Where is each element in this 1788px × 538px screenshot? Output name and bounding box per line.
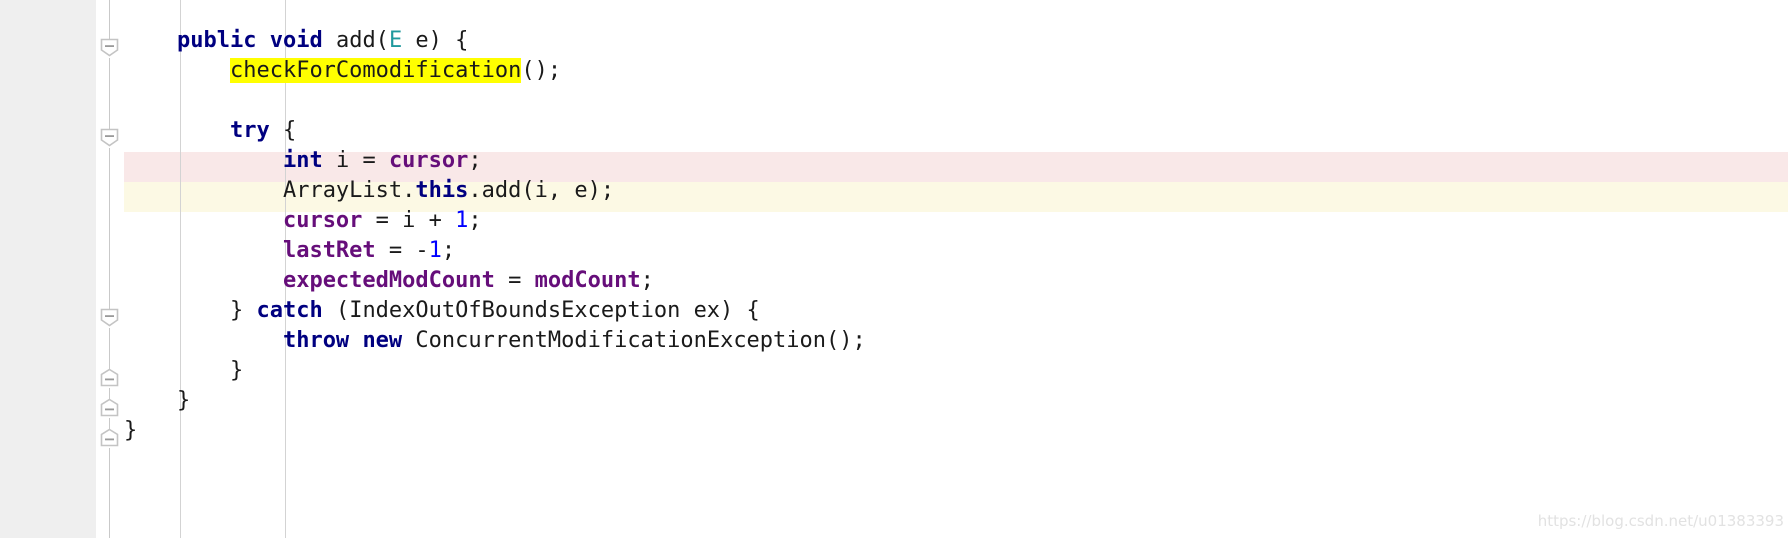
code-line[interactable]: ArrayList.this.add(i, e); bbox=[124, 176, 866, 206]
code-token: i = bbox=[322, 148, 389, 173]
code-token: (); bbox=[521, 58, 562, 83]
fold-marker-inner[interactable] bbox=[100, 368, 119, 387]
fold-outline-segment bbox=[109, 448, 110, 538]
code-token: expectedModCount bbox=[282, 268, 495, 293]
code-token: } bbox=[229, 358, 244, 383]
fold-marker-class[interactable] bbox=[100, 398, 119, 417]
code-token: this bbox=[415, 178, 469, 203]
code-token: = - bbox=[375, 238, 429, 263]
code-token: cursor bbox=[282, 208, 363, 233]
code-token: void bbox=[269, 28, 323, 53]
code-line[interactable]: checkForComodification(); bbox=[124, 56, 866, 86]
code-token: add( bbox=[322, 28, 389, 53]
code-text-area[interactable]: public void add(E e) { checkForComodific… bbox=[124, 26, 866, 446]
code-editor[interactable]: I bbox=[0, 0, 1788, 538]
code-line[interactable]: int i = cursor; bbox=[124, 146, 866, 176]
code-line[interactable] bbox=[124, 86, 866, 116]
code-token: lastRet bbox=[282, 238, 376, 263]
code-line[interactable]: } catch (IndexOutOfBoundsException ex) { bbox=[124, 296, 866, 326]
code-line[interactable]: } bbox=[124, 356, 866, 386]
code-token: ConcurrentModificationException(); bbox=[402, 328, 866, 353]
fold-marker-try[interactable] bbox=[100, 128, 119, 147]
code-token: = i + bbox=[362, 208, 456, 233]
code-line[interactable]: throw new ConcurrentModificationExceptio… bbox=[124, 326, 866, 356]
code-token: } bbox=[124, 418, 138, 443]
fold-marker-outer[interactable] bbox=[100, 428, 119, 447]
code-token: E bbox=[388, 28, 403, 53]
code-token: e) { bbox=[402, 28, 469, 53]
code-token: ; bbox=[468, 148, 482, 173]
fold-marker-catch[interactable] bbox=[100, 308, 119, 327]
code-token: } bbox=[229, 298, 257, 323]
fold-marker-method[interactable] bbox=[100, 38, 119, 57]
code-token: { bbox=[269, 118, 297, 143]
code-line[interactable]: } bbox=[124, 416, 866, 446]
code-line[interactable]: lastRet = -1; bbox=[124, 236, 866, 266]
watermark-text: https://blog.csdn.net/u01383393 bbox=[1537, 512, 1784, 530]
code-token: modCount bbox=[534, 268, 641, 293]
code-line[interactable]: } bbox=[124, 386, 866, 416]
highlighted-identifier: checkForComodification bbox=[229, 58, 522, 83]
code-token: cursor bbox=[388, 148, 469, 173]
code-token: .add(i, e); bbox=[468, 178, 615, 203]
code-token: int bbox=[282, 148, 323, 173]
code-token: } bbox=[176, 388, 191, 413]
code-line[interactable]: expectedModCount = modCount; bbox=[124, 266, 866, 296]
code-token: ArrayList. bbox=[282, 178, 416, 203]
code-token: new bbox=[362, 328, 403, 353]
fold-outline-segment bbox=[109, 58, 110, 136]
code-token: try bbox=[229, 118, 270, 143]
folding-outline-strip[interactable] bbox=[96, 0, 124, 538]
code-line[interactable]: try { bbox=[124, 116, 866, 146]
code-token: 1 bbox=[455, 208, 469, 233]
code-token: = bbox=[494, 268, 535, 293]
code-token: (IndexOutOfBoundsException ex) { bbox=[322, 298, 760, 323]
editor-gutter[interactable] bbox=[0, 0, 96, 538]
code-line[interactable]: cursor = i + 1; bbox=[124, 206, 866, 236]
code-token: public bbox=[176, 28, 257, 53]
code-token: ; bbox=[441, 238, 456, 263]
code-token: catch bbox=[256, 298, 323, 323]
code-token: ; bbox=[468, 208, 482, 233]
fold-outline-segment bbox=[109, 148, 110, 316]
code-token: 1 bbox=[428, 238, 442, 263]
code-token: throw bbox=[282, 328, 350, 353]
code-token: ; bbox=[640, 268, 654, 293]
code-line[interactable]: public void add(E e) { bbox=[124, 26, 866, 56]
